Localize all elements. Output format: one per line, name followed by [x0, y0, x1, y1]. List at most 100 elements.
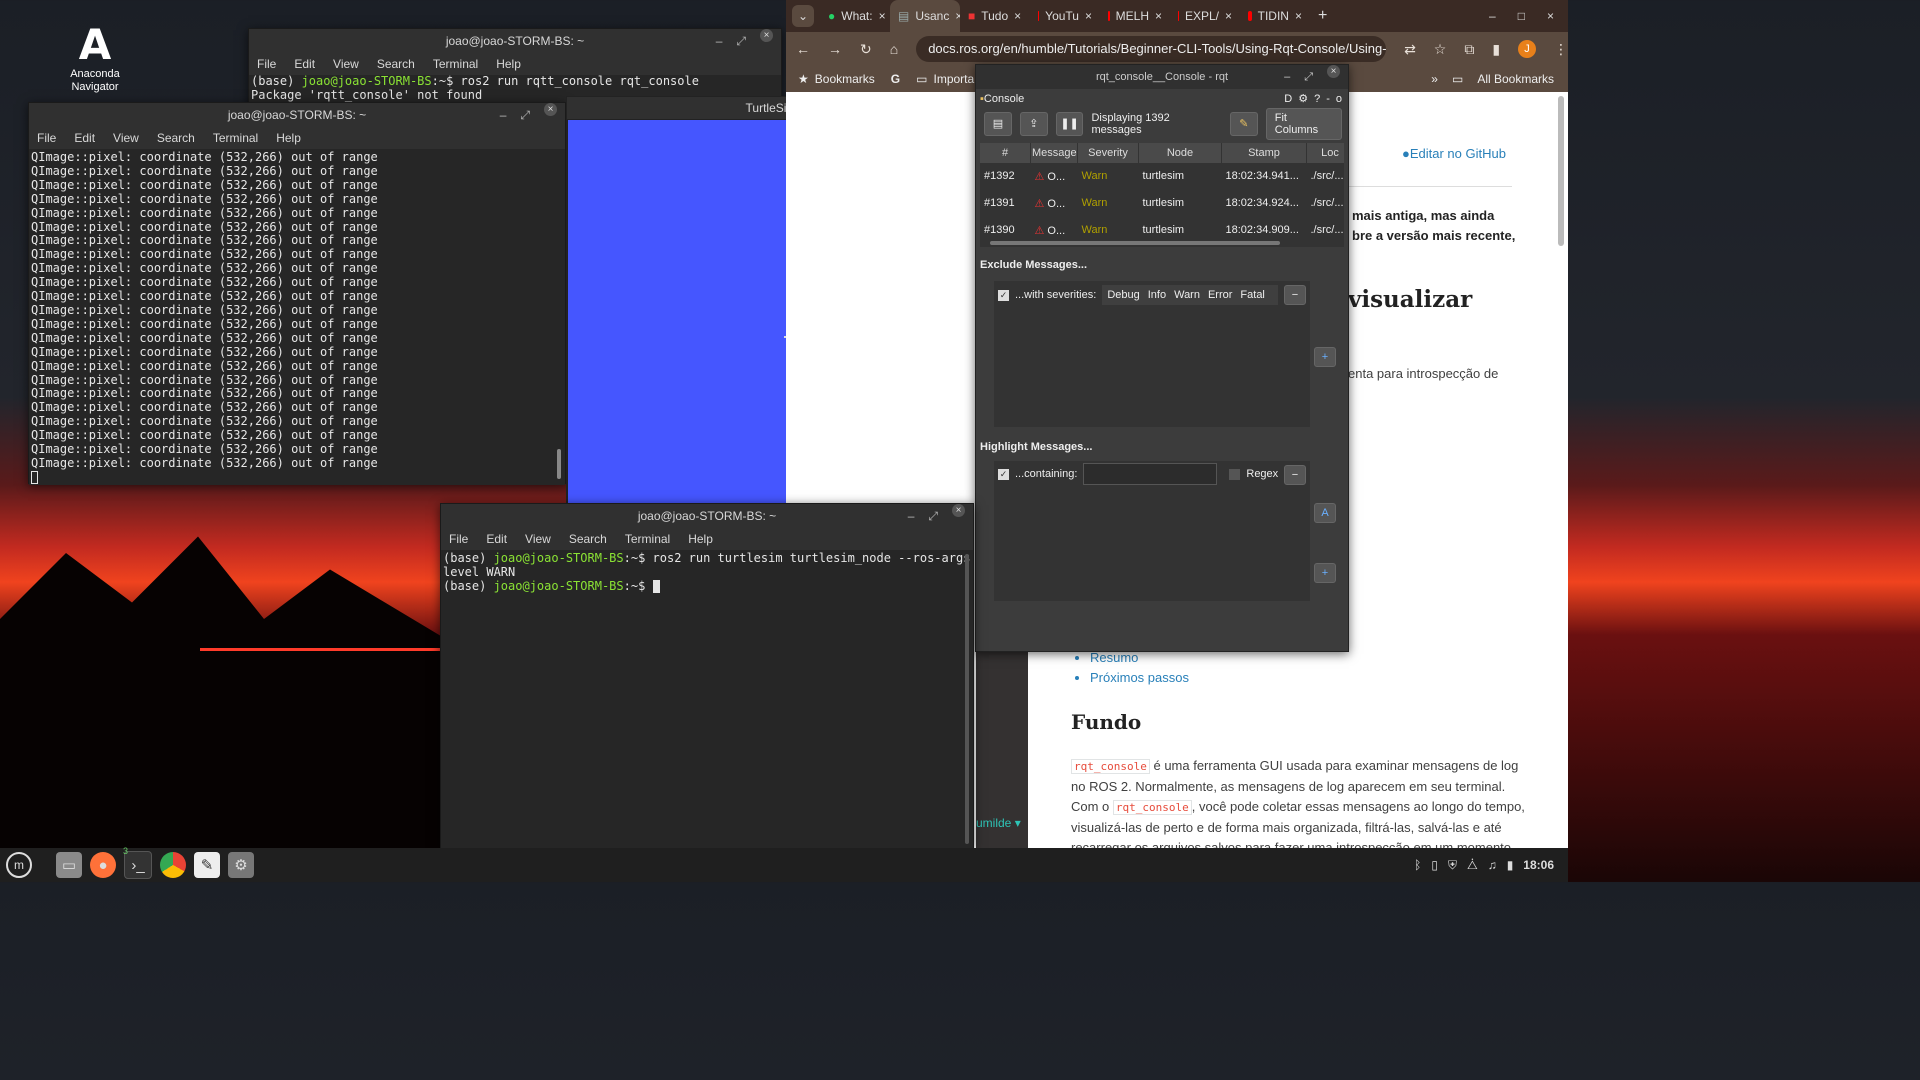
battery-icon[interactable]: ▮ [1507, 858, 1514, 872]
horizontal-scrollbar[interactable] [990, 241, 1280, 245]
severity-error[interactable]: Error [1205, 289, 1235, 301]
maximize-icon[interactable]: ⤢ [520, 103, 530, 127]
column-header[interactable]: Stamp [1221, 143, 1307, 163]
page-scrollbar[interactable] [1558, 96, 1564, 246]
close-icon[interactable]: × [1547, 9, 1554, 23]
column-header[interactable]: Message [1030, 143, 1078, 163]
menu-icon[interactable]: ⋮ [1554, 41, 1568, 58]
maximize-icon[interactable]: ⤢ [1304, 65, 1313, 89]
scrollbar[interactable] [965, 554, 969, 844]
severity-info[interactable]: Info [1145, 289, 1169, 301]
window-titlebar[interactable]: rqt_console__Console - rqt – ⤢ × [976, 65, 1348, 89]
column-header[interactable]: Loc [1306, 143, 1344, 163]
bookmark-item[interactable]: Importa [933, 72, 974, 86]
menu-help[interactable]: Help [688, 528, 713, 550]
add-exclude-filter-icon[interactable]: + [1314, 347, 1336, 367]
column-header[interactable]: Severity [1077, 143, 1139, 163]
highlight-checkbox[interactable]: ✓ [998, 468, 1009, 480]
severity-debug[interactable]: Debug [1104, 289, 1142, 301]
clock[interactable]: 18:06 [1523, 858, 1554, 872]
column-header[interactable]: # [980, 143, 1031, 163]
scrollbar[interactable] [557, 449, 561, 479]
star-icon[interactable]: ☆ [1434, 41, 1447, 58]
close-icon[interactable]: × [1327, 65, 1340, 78]
close-icon[interactable]: o [1336, 89, 1342, 109]
desktop-icon-anaconda[interactable]: A Anaconda Navigator [62, 22, 128, 94]
browser-tab[interactable]: ● What: × [820, 0, 890, 32]
gear-icon[interactable]: ⚙ [1298, 89, 1308, 109]
highlight-text-input[interactable] [1083, 463, 1218, 485]
column-header[interactable]: Node [1138, 143, 1222, 163]
google-icon[interactable]: G [891, 72, 900, 86]
menu-search[interactable]: Search [377, 53, 415, 75]
severity-fatal[interactable]: Fatal [1237, 289, 1267, 301]
menu-file[interactable]: File [257, 53, 276, 75]
menu-help[interactable]: Help [276, 127, 301, 149]
regex-checkbox[interactable] [1229, 468, 1241, 480]
more-bookmarks-icon[interactable]: » [1431, 72, 1438, 86]
fit-columns-button[interactable]: Fit Columns [1265, 108, 1342, 140]
help-icon[interactable]: ? [1314, 89, 1320, 109]
terminal-window-qimage[interactable]: joao@joao-STORM-BS: ~ – ⤢ × File Edit View… [28, 102, 566, 485]
address-bar[interactable]: docs.ros.org/en/humble/Tutorials/Beginne… [916, 36, 1387, 62]
profile-avatar[interactable]: J [1518, 40, 1536, 58]
clipboard-icon[interactable]: ▯ [1431, 858, 1438, 872]
reload-icon[interactable]: ↻ [860, 41, 872, 58]
pause-icon[interactable]: ❚❚ [1055, 112, 1084, 136]
message-table[interactable]: # Message Severity Node Stamp Loc #1392 ⚠… [980, 143, 1344, 247]
maximize-icon[interactable]: ⤢ [736, 29, 746, 53]
exclude-checkbox[interactable]: ✓ [998, 289, 1009, 301]
menu-terminal[interactable]: Terminal [625, 528, 670, 550]
close-tab-icon[interactable]: × [879, 9, 886, 23]
bookmark-item[interactable]: Bookmarks [815, 72, 875, 86]
files-icon[interactable]: ▭ [56, 852, 82, 878]
highlight-color-icon[interactable]: A [1314, 503, 1336, 523]
close-icon[interactable]: × [544, 103, 557, 116]
menu-edit[interactable]: Edit [294, 53, 315, 75]
close-tab-icon[interactable]: × [1085, 9, 1092, 23]
firefox-icon[interactable]: ● [90, 852, 116, 878]
menu-search[interactable]: Search [157, 127, 195, 149]
table-row[interactable]: #1390 ⚠ O... Warn turtlesim 18:02:34.909....… [980, 216, 1344, 244]
network-icon[interactable]: ⧊ [1467, 858, 1478, 873]
table-row[interactable]: #1391 ⚠ O... Warn turtlesim 18:02:34.924....… [980, 189, 1344, 217]
severity-warn[interactable]: Warn [1171, 289, 1203, 301]
translate-icon[interactable]: ⇄ [1404, 41, 1416, 58]
chrome-icon[interactable] [160, 852, 186, 878]
terminal-window-front[interactable]: joao@joao-STORM-BS: ~ – ⤢ × File Edit View… [440, 503, 974, 848]
save-icon[interactable]: ▤ [984, 112, 1012, 136]
minimize-icon[interactable]: – [908, 504, 915, 528]
menu-view[interactable]: View [525, 528, 551, 550]
table-row[interactable]: #1392 ⚠ O... Warn turtlesim 18:02:34.941....… [980, 163, 1344, 190]
edit-on-github-link[interactable]: ●Editar no GitHub [1402, 146, 1506, 161]
settings-icon[interactable]: ⚙ [228, 852, 254, 878]
menu-file[interactable]: File [449, 528, 468, 550]
tab-search-icon[interactable]: ⌄ [792, 5, 814, 27]
menu-terminal[interactable]: Terminal [213, 127, 258, 149]
sidepanel-icon[interactable]: ▮ [1492, 41, 1500, 58]
terminal-output[interactable]: (base) joao@joao-STORM-BS:~$ ros2 run tu… [441, 550, 973, 848]
all-bookmarks-link[interactable]: All Bookmarks [1477, 72, 1554, 86]
close-tab-icon[interactable]: × [1295, 9, 1302, 23]
menu-help[interactable]: Help [496, 53, 521, 75]
close-tab-icon[interactable]: × [1225, 9, 1232, 23]
menu-edit[interactable]: Edit [74, 127, 95, 149]
menu-edit[interactable]: Edit [486, 528, 507, 550]
minimize-icon[interactable]: – [716, 29, 723, 53]
minimize-icon[interactable]: - [1326, 89, 1330, 109]
extensions-icon[interactable]: ⧉ [1464, 41, 1474, 58]
window-titlebar[interactable]: joao@joao-STORM-BS: ~ – ⤢ × [29, 103, 565, 127]
new-tab-icon[interactable]: + [1318, 7, 1327, 25]
load-icon[interactable]: ⇪ [1019, 112, 1048, 136]
terminal-output[interactable]: QImage::pixel: coordinate (532,266) out … [29, 149, 565, 485]
menu-file[interactable]: File [37, 127, 56, 149]
version-selector[interactable]: umilde ▾ [976, 816, 1021, 830]
close-tab-icon[interactable]: × [1155, 9, 1162, 23]
browser-tab[interactable]: YouTu × [1030, 0, 1100, 32]
close-icon[interactable]: × [952, 504, 965, 517]
shield-icon[interactable]: ⛨ [1448, 858, 1457, 873]
mint-menu-icon[interactable]: m [6, 852, 32, 878]
bluetooth-icon[interactable]: ᛒ [1414, 858, 1421, 872]
add-highlight-filter-icon[interactable]: + [1314, 563, 1336, 583]
menu-view[interactable]: View [113, 127, 139, 149]
